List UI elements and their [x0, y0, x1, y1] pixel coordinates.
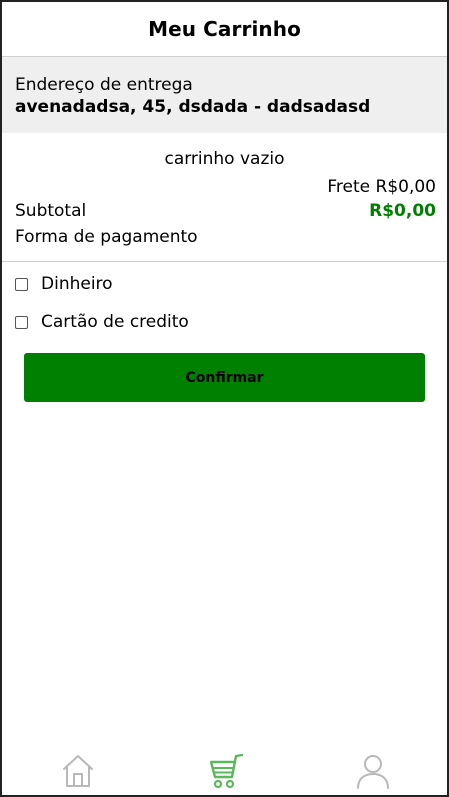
payment-option-label: Dinheiro: [41, 274, 113, 294]
subtotal-label: Subtotal: [15, 201, 87, 221]
header: Meu Carrinho: [2, 2, 447, 57]
nav-cart[interactable]: [205, 753, 245, 795]
delivery-address-label: Endereço de entrega: [15, 75, 193, 95]
payment-option-label: Cartão de credito: [41, 312, 189, 332]
bottom-nav: [2, 753, 447, 795]
cartao-checkbox[interactable]: [15, 315, 28, 329]
dinheiro-checkbox[interactable]: [15, 277, 28, 291]
nav-home[interactable]: [58, 753, 98, 795]
user-icon: [357, 755, 389, 789]
page-title: Meu Carrinho: [148, 17, 301, 41]
delivery-address-value: avenadadsa, 45, dsdada - dadsadasd: [15, 97, 371, 117]
subtotal-row: Subtotal R$0,00: [2, 198, 447, 224]
confirm-button[interactable]: Confirmar: [24, 353, 425, 402]
payment-method-title: Forma de pagamento: [15, 227, 198, 247]
payment-option-cartao[interactable]: Cartão de credito: [2, 311, 447, 333]
payment-option-dinheiro[interactable]: Dinheiro: [2, 273, 447, 295]
empty-cart-message: carrinho vazio: [164, 149, 285, 169]
app-frame: Meu Carrinho Endereço de entrega avenada…: [0, 0, 449, 797]
home-icon: [63, 755, 93, 787]
divider: [2, 261, 447, 262]
nav-profile[interactable]: [353, 753, 393, 795]
subtotal-value: R$0,00: [369, 201, 436, 221]
delivery-address-section: Endereço de entrega avenadadsa, 45, dsda…: [2, 57, 447, 133]
cart-icon: [209, 753, 243, 789]
shipping-cost: Frete R$0,00: [327, 177, 436, 197]
